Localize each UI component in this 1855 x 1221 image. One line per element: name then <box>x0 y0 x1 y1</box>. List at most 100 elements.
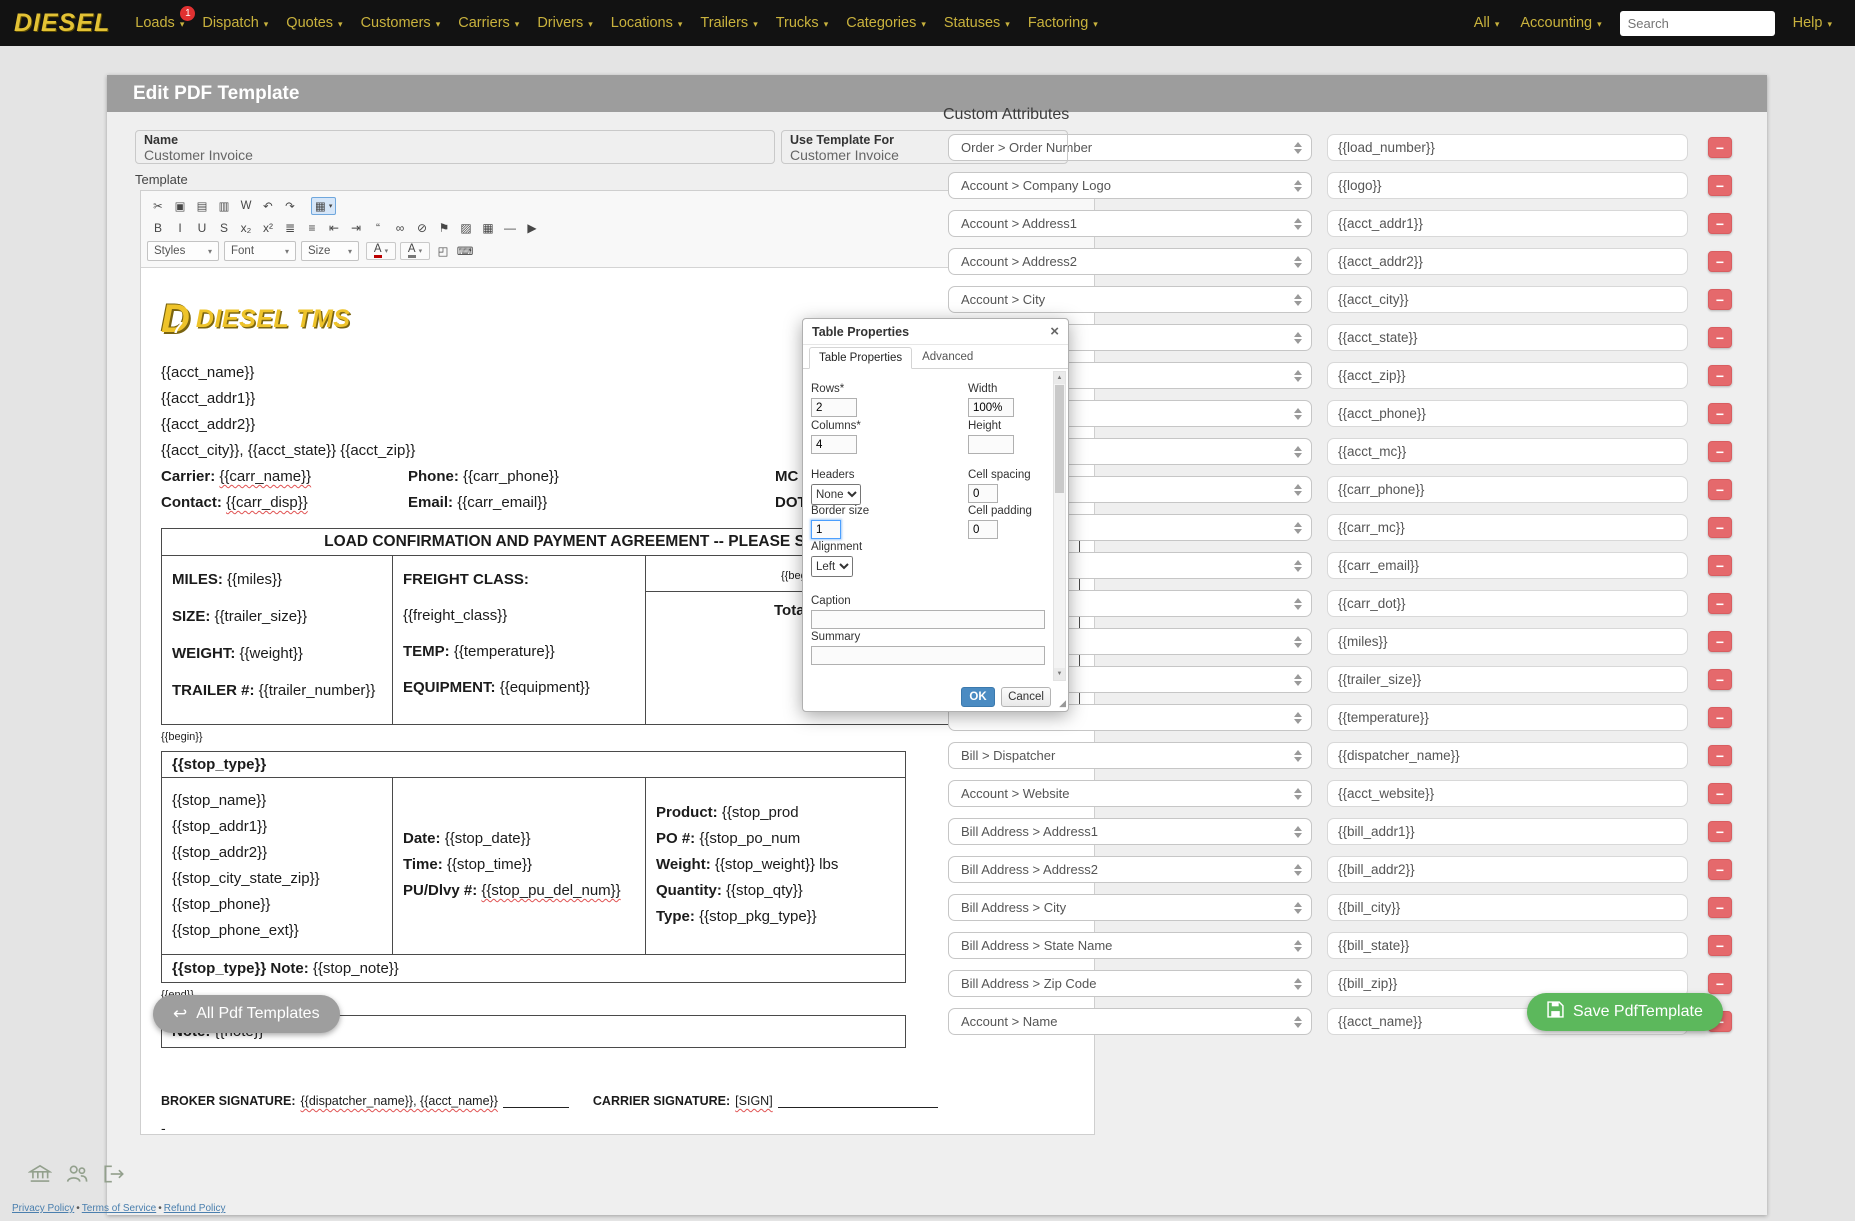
attribute-select[interactable]: Account > Company Logo <box>948 172 1312 199</box>
attribute-select[interactable]: Account > Address2 <box>948 248 1312 275</box>
attribute-value-input[interactable] <box>1327 210 1688 237</box>
attribute-value-input[interactable] <box>1327 932 1688 959</box>
nav-menu-item[interactable]: Customers <box>352 9 450 37</box>
maximize-button[interactable]: ◰ <box>433 242 453 260</box>
save-pdf-template-button[interactable]: Save PdfTemplate <box>1527 993 1723 1031</box>
attribute-select[interactable]: Account > Website <box>948 780 1312 807</box>
attribute-value-input[interactable] <box>1327 628 1688 655</box>
ok-button[interactable]: OK <box>961 687 995 707</box>
editor-toolbar-button[interactable]: ▦ <box>478 218 498 238</box>
editor-toolbar-button[interactable]: x₂ <box>236 218 256 238</box>
attribute-value-input[interactable] <box>1327 894 1688 921</box>
height-input[interactable] <box>968 435 1014 454</box>
headers-select[interactable]: None <box>811 484 861 505</box>
nav-menu-item[interactable]: Trucks <box>767 9 838 37</box>
remove-attribute-button[interactable] <box>1708 897 1732 918</box>
remove-attribute-button[interactable] <box>1708 327 1732 348</box>
attribute-select[interactable]: Bill Address > Address1 <box>948 818 1312 845</box>
attribute-value-input[interactable] <box>1327 704 1688 731</box>
bank-icon-button[interactable] <box>28 1164 52 1184</box>
attribute-value-input[interactable] <box>1327 818 1688 845</box>
attribute-select[interactable]: Bill Address > Zip Code <box>948 970 1312 997</box>
attribute-select[interactable]: Account > Address1 <box>948 210 1312 237</box>
editor-toolbar-button[interactable]: ≣ <box>280 218 300 238</box>
cell-padding-input[interactable] <box>968 520 998 539</box>
nav-menu-item[interactable]: Accounting <box>1511 9 1610 37</box>
use-template-for-field[interactable]: Use Template For Customer Invoice <box>781 130 1068 164</box>
dialog-close-button[interactable]: × <box>1050 324 1059 339</box>
remove-attribute-button[interactable] <box>1708 137 1732 158</box>
columns-input[interactable] <box>811 435 857 454</box>
attribute-select[interactable]: Bill Address > Address2 <box>948 856 1312 883</box>
editor-toolbar-button[interactable]: ✂ <box>148 197 168 215</box>
remove-attribute-button[interactable] <box>1708 441 1732 462</box>
source-button[interactable]: ⌨ <box>455 242 475 260</box>
editor-toolbar-button[interactable]: ↷ <box>280 197 300 215</box>
attribute-value-input[interactable] <box>1327 248 1688 275</box>
attribute-select[interactable]: Bill > Dispatcher <box>948 742 1312 769</box>
editor-toolbar-button[interactable]: S <box>214 218 234 238</box>
editor-toolbar-button[interactable]: W <box>236 197 256 215</box>
attribute-value-input[interactable] <box>1327 438 1688 465</box>
editor-toolbar-button[interactable]: ― <box>500 218 520 238</box>
attribute-value-input[interactable] <box>1327 514 1688 541</box>
editor-toolbar-button[interactable]: ▣ <box>170 197 190 215</box>
nav-menu-item[interactable]: Trailers <box>691 9 766 37</box>
remove-attribute-button[interactable] <box>1708 669 1732 690</box>
editor-toolbar-button[interactable]: B <box>148 218 168 238</box>
width-input[interactable] <box>968 398 1014 417</box>
dialog-scrollbar[interactable] <box>1053 371 1066 681</box>
rows-input[interactable] <box>811 398 857 417</box>
all-pdf-templates-button[interactable]: ↩ All Pdf Templates <box>153 995 340 1033</box>
table-templates-button[interactable]: ▦ <box>311 197 336 215</box>
attribute-value-input[interactable] <box>1327 134 1688 161</box>
remove-attribute-button[interactable] <box>1708 593 1732 614</box>
attribute-select[interactable]: Account > Name <box>948 1008 1312 1035</box>
scroll-thumb[interactable] <box>1055 385 1064 493</box>
attribute-select[interactable]: Bill Address > State Name <box>948 932 1312 959</box>
editor-toolbar-button[interactable]: I <box>170 218 190 238</box>
summary-input[interactable] <box>811 646 1045 665</box>
remove-attribute-button[interactable] <box>1708 175 1732 196</box>
attribute-value-input[interactable] <box>1327 324 1688 351</box>
cancel-button[interactable]: Cancel <box>1001 687 1051 707</box>
remove-attribute-button[interactable] <box>1708 707 1732 728</box>
border-size-input[interactable] <box>811 520 841 539</box>
attribute-value-input[interactable] <box>1327 400 1688 427</box>
remove-attribute-button[interactable] <box>1708 783 1732 804</box>
attribute-value-input[interactable] <box>1327 286 1688 313</box>
editor-toolbar-button[interactable]: “ <box>368 218 388 238</box>
nav-menu-item[interactable]: All <box>1465 9 1509 37</box>
remove-attribute-button[interactable] <box>1708 289 1732 310</box>
scroll-down-button[interactable] <box>1054 668 1065 680</box>
remove-attribute-button[interactable] <box>1708 403 1732 424</box>
editor-toolbar-button[interactable]: ⊘ <box>412 218 432 238</box>
remove-attribute-button[interactable] <box>1708 555 1732 576</box>
attribute-select[interactable]: Account > City <box>948 286 1312 313</box>
dialog-title-bar[interactable]: Table Properties × <box>803 319 1068 345</box>
attribute-value-input[interactable] <box>1327 742 1688 769</box>
attribute-select[interactable]: Bill Address > City <box>948 894 1312 921</box>
background-color-button[interactable]: A <box>400 242 430 260</box>
text-color-button[interactable]: A <box>366 242 396 260</box>
attribute-value-input[interactable] <box>1327 552 1688 579</box>
remove-attribute-button[interactable] <box>1708 365 1732 386</box>
nav-menu-item[interactable]: Locations <box>602 9 692 37</box>
nav-menu-item[interactable]: Quotes <box>277 9 351 37</box>
attribute-value-input[interactable] <box>1327 666 1688 693</box>
tab-advanced[interactable]: Advanced <box>912 346 983 368</box>
footer-link[interactable]: Privacy Policy <box>12 1203 74 1214</box>
remove-attribute-button[interactable] <box>1708 213 1732 234</box>
remove-attribute-button[interactable] <box>1708 859 1732 880</box>
remove-attribute-button[interactable] <box>1708 479 1732 500</box>
remove-attribute-button[interactable] <box>1708 821 1732 842</box>
attribute-value-input[interactable] <box>1327 856 1688 883</box>
editor-toolbar-button[interactable]: ▶ <box>522 218 542 238</box>
alignment-select[interactable]: Left <box>811 556 853 577</box>
editor-toolbar-button[interactable]: ▤ <box>192 197 212 215</box>
nav-menu-item[interactable]: Drivers <box>528 9 601 37</box>
nav-item-help[interactable]: Help <box>1784 9 1841 37</box>
attribute-value-input[interactable] <box>1327 362 1688 389</box>
diesel-logo[interactable]: DIESEL <box>14 9 110 38</box>
scroll-up-button[interactable] <box>1054 372 1065 384</box>
